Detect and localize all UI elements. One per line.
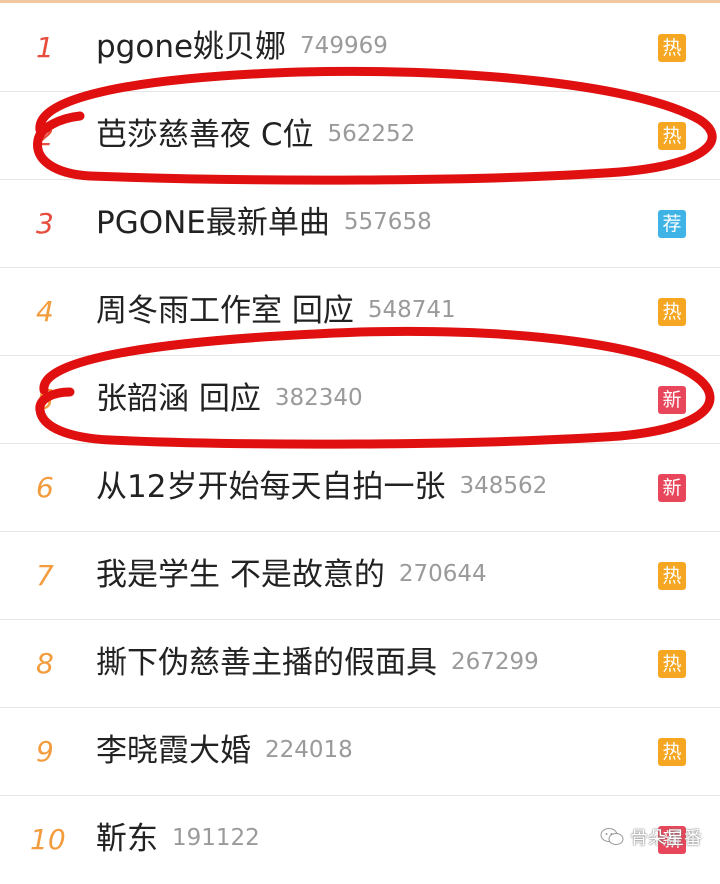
topic-title[interactable]: 芭莎慈善夜 C位 562252 [96,92,415,179]
topic-title-text: 从12岁开始每天自拍一张 [96,469,446,505]
hot-badge: 热 [658,298,686,326]
topic-title-text: 我是学生 不是故意的 [96,557,385,593]
rank-number: 2 [36,119,54,152]
recommend-badge: 荐 [658,210,686,238]
search-count: 557658 [343,209,432,235]
rank-number: 10 [30,823,66,856]
rank-number: 7 [36,559,54,592]
hot-badge: 热 [658,562,686,590]
search-count: 270644 [398,561,487,587]
search-count: 382340 [274,385,363,411]
list-item[interactable]: 8 撕下伪慈善主播的假面具 267299 热 [0,620,720,708]
rank-number: 1 [36,31,54,64]
topic-title[interactable]: 我是学生 不是故意的 270644 [96,532,487,619]
rank-number: 9 [36,735,54,768]
topic-title-text: 李晓霞大婚 [96,733,251,769]
rank-number: 6 [36,471,54,504]
list-item[interactable]: 1 pgone姚贝娜 749969 热 [0,4,720,92]
hot-badge: 热 [658,34,686,62]
topic-title[interactable]: 李晓霞大婚 224018 [96,708,353,795]
topic-title-text: 芭莎慈善夜 C位 [96,117,314,153]
rank-number: 4 [36,295,54,328]
topic-title-text: 周冬雨工作室 回应 [96,293,354,329]
list-item[interactable]: 7 我是学生 不是故意的 270644 热 [0,532,720,620]
hot-search-list: 1 pgone姚贝娜 749969 热 2 芭莎慈善夜 C位 562252 热 3 … [0,4,720,883]
new-badge: 新 [658,474,686,502]
wechat-icon [600,828,624,845]
list-item[interactable]: 2 芭莎慈善夜 C位 562252 热 [0,92,720,180]
watermark: 骨朵星番 [600,824,702,850]
hot-badge: 热 [658,738,686,766]
rank-number: 8 [36,647,54,680]
topic-title-text: PGONE最新单曲 [96,205,330,241]
topic-title-text: 撕下伪慈善主播的假面具 [96,645,437,681]
search-count: 562252 [327,121,416,147]
hot-badge: 热 [658,122,686,150]
rank-number: 3 [36,207,54,240]
topic-title-text: pgone姚贝娜 [96,29,287,65]
search-count: 548741 [367,297,456,323]
search-count: 749969 [300,33,388,59]
list-item[interactable]: 3 PGONE最新单曲 557658 荐 [0,180,720,268]
new-badge: 新 [658,386,686,414]
list-item[interactable]: 6 从12岁开始每天自拍一张 348562 新 [0,444,720,532]
search-count: 224018 [265,737,353,763]
top-edge [0,0,720,3]
topic-title[interactable]: 从12岁开始每天自拍一张 348562 [96,444,547,531]
topic-title[interactable]: 周冬雨工作室 回应 548741 [96,268,456,355]
rank-number: 5 [36,383,54,416]
topic-title[interactable]: 撕下伪慈善主播的假面具 267299 [96,620,539,707]
search-count: 348562 [459,473,548,499]
search-count: 191122 [172,825,260,851]
list-item[interactable]: 4 周冬雨工作室 回应 548741 热 [0,268,720,356]
list-item[interactable]: 5 张韶涵 回应 382340 新 [0,356,720,444]
watermark-text: 骨朵星番 [630,828,702,849]
search-count: 267299 [451,649,539,675]
topic-title[interactable]: 张韶涵 回应 382340 [96,356,363,443]
topic-title[interactable]: PGONE最新单曲 557658 [96,180,432,267]
topic-title[interactable]: 靳东 191122 [96,796,260,883]
topic-title-text: 张韶涵 回应 [96,381,261,417]
topic-title-text: 靳东 [96,821,158,857]
list-item[interactable]: 9 李晓霞大婚 224018 热 [0,708,720,796]
topic-title[interactable]: pgone姚贝娜 749969 [96,4,388,91]
hot-badge: 热 [658,650,686,678]
